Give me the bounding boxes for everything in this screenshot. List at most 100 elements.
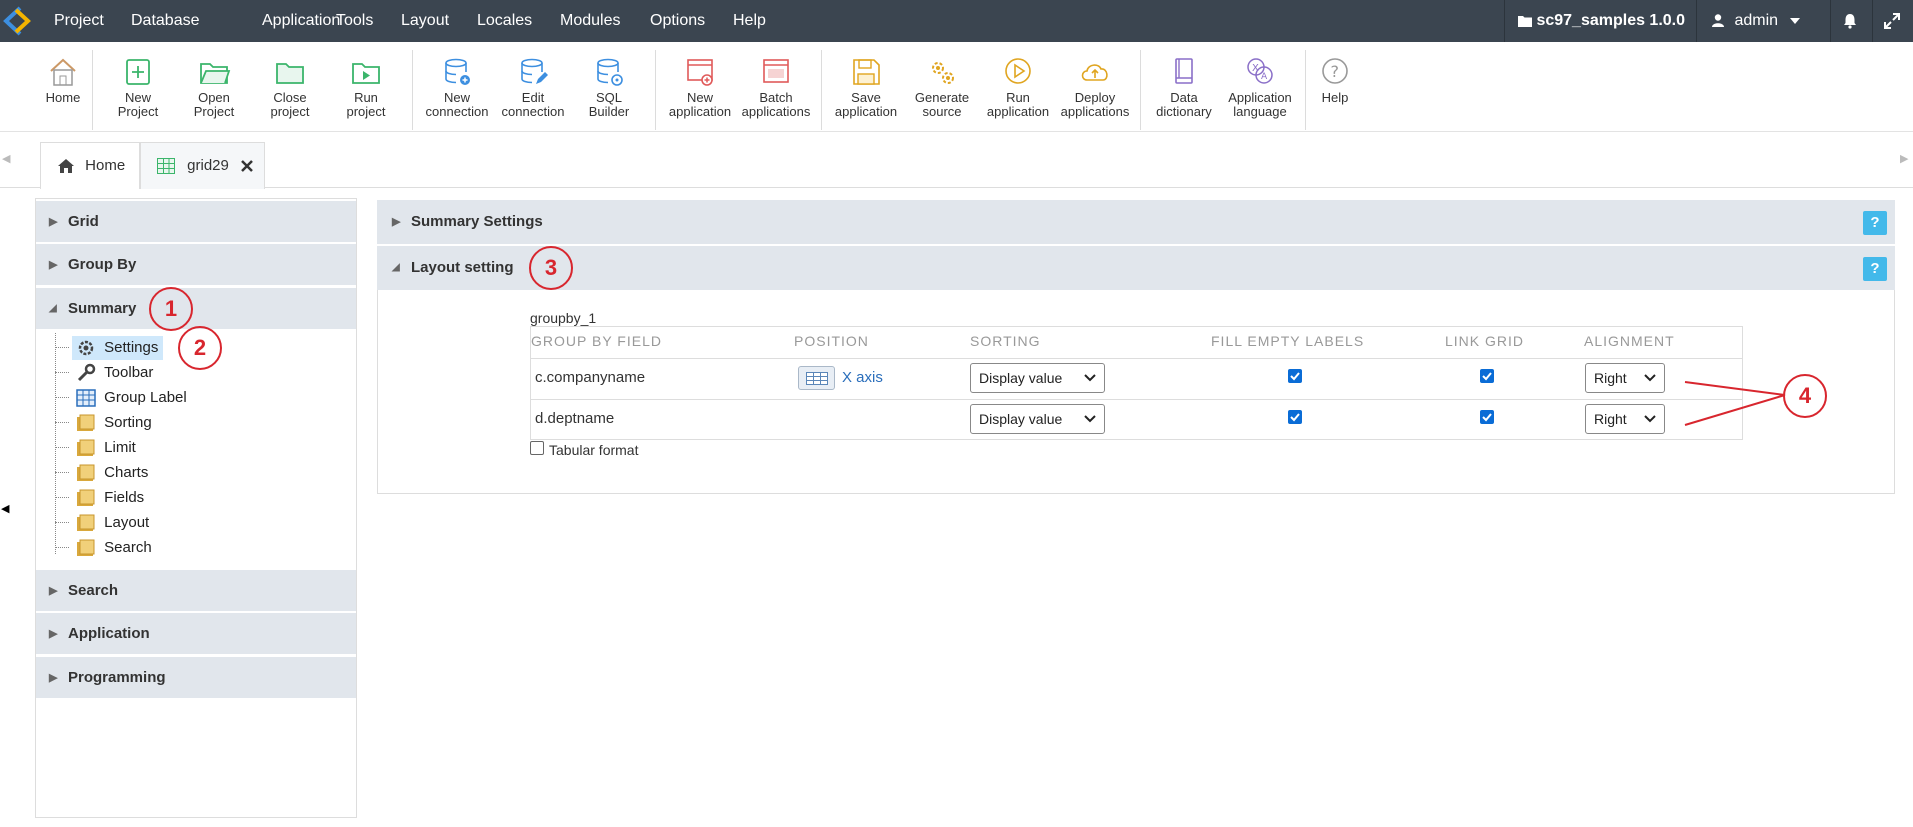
project-selector[interactable]: sc97_samples 1.0.0: [1518, 0, 1685, 42]
menu-locales[interactable]: Locales: [477, 0, 532, 42]
tab-bar: ◀ Home grid29 ▶: [0, 132, 1913, 189]
tree-item-search[interactable]: Search: [76, 536, 152, 560]
scroll-left-icon[interactable]: ◀: [2, 152, 10, 165]
help-label: Help: [1321, 90, 1349, 105]
new-application-label-2: application: [668, 104, 732, 119]
generate-source-label-2: source: [922, 104, 962, 119]
section-grid[interactable]: ▶ Grid: [36, 201, 356, 243]
batch-applications-label-2: applications: [741, 104, 811, 119]
user-menu[interactable]: admin: [1712, 0, 1801, 42]
row2-sorting-select[interactable]: Display value: [970, 404, 1105, 434]
new-project-button[interactable]: New Project: [100, 56, 176, 119]
menu-database[interactable]: Database: [131, 0, 200, 42]
open-project-button[interactable]: Open Project: [176, 56, 252, 119]
generate-source-button[interactable]: Generate source: [904, 56, 980, 119]
tree-item-sorting[interactable]: Sorting: [76, 411, 152, 435]
layout-setting-title: Layout setting: [411, 259, 514, 276]
row2-sorting-value: Display value: [979, 411, 1063, 427]
header-alignment: ALIGNMENT: [1584, 333, 1675, 349]
scroll-right-icon[interactable]: ▶: [1900, 152, 1908, 165]
new-connection-button[interactable]: New connection: [419, 56, 495, 119]
annotation-1: 1: [149, 287, 193, 331]
checkmark-icon: [1482, 372, 1492, 381]
menu-project[interactable]: Project: [54, 0, 104, 42]
home-icon: [50, 58, 76, 86]
menu-layout[interactable]: Layout: [401, 0, 449, 42]
menu-options[interactable]: Options: [650, 0, 705, 42]
tree-item-fields[interactable]: Fields: [76, 486, 144, 510]
tree-item-charts[interactable]: Charts: [76, 461, 148, 485]
row2-fill-empty-checkbox[interactable]: [1288, 410, 1302, 424]
application-language-label-2: language: [1233, 104, 1287, 119]
run-application-button[interactable]: Run application: [980, 56, 1056, 119]
save-application-button[interactable]: Save application: [828, 56, 904, 119]
home-button[interactable]: Home: [25, 56, 101, 105]
tree-connector: [55, 422, 69, 423]
project-name: sc97_samples 1.0.0: [1536, 12, 1686, 29]
row2-alignment-select[interactable]: Right: [1585, 404, 1665, 434]
caret-right-icon: ▶: [49, 216, 58, 228]
user-icon: [1712, 14, 1724, 28]
menu-application[interactable]: Application: [262, 0, 340, 42]
row1-sorting-select[interactable]: Display value: [970, 363, 1105, 393]
section-group-by[interactable]: ▶ Group By: [36, 244, 356, 286]
section-summary[interactable]: ◢ Summary: [36, 288, 356, 330]
annotation-arrows: [1684, 381, 1786, 426]
tree-item-toolbar[interactable]: Toolbar: [76, 361, 153, 385]
folder-icon: [77, 464, 95, 482]
menu-tools[interactable]: Tools: [336, 0, 373, 42]
tab-grid29[interactable]: grid29: [140, 142, 265, 189]
layout-setting-header[interactable]: ◢ Layout setting ?: [377, 246, 1895, 290]
section-programming[interactable]: ▶ Programming: [36, 657, 356, 699]
caret-down-icon: ◢: [392, 262, 400, 273]
tree-item-group-label[interactable]: Group Label: [76, 386, 187, 410]
notifications-button[interactable]: [1842, 0, 1858, 42]
new-application-button[interactable]: New application: [662, 56, 738, 119]
toolbar-divider: [1140, 50, 1141, 130]
edit-connection-button[interactable]: Edit connection: [495, 56, 571, 119]
gear-icon: [78, 340, 94, 356]
data-dictionary-button[interactable]: Data dictionary: [1146, 56, 1222, 119]
tree-item-limit[interactable]: Limit: [76, 436, 136, 460]
sql-builder-button[interactable]: SQL Builder: [571, 56, 647, 119]
run-project-button[interactable]: Run project: [328, 56, 404, 119]
menu-help[interactable]: Help: [733, 0, 766, 42]
row1-position[interactable]: X axis: [842, 369, 883, 386]
row2-link-grid-checkbox[interactable]: [1480, 410, 1494, 424]
checkmark-icon: [1290, 372, 1300, 381]
batch-applications-button[interactable]: Batch applications: [738, 56, 814, 119]
section-search[interactable]: ▶ Search: [36, 570, 356, 612]
new-project-label-2: Project: [117, 104, 159, 119]
menu-modules[interactable]: Modules: [560, 0, 620, 42]
tree-item-settings[interactable]: Settings: [72, 336, 163, 360]
section-application[interactable]: ▶ Application: [36, 613, 356, 655]
folder-icon: [77, 439, 95, 457]
close-project-button[interactable]: Close project: [252, 56, 328, 119]
help-button[interactable]: ?: [1863, 211, 1887, 235]
help-button[interactable]: ? Help: [1297, 56, 1373, 105]
row-divider: [531, 358, 1742, 359]
wrench-icon: [77, 363, 96, 382]
save-icon: [853, 59, 880, 85]
save-application-label-2: application: [834, 104, 898, 119]
tab-home[interactable]: Home: [40, 142, 140, 189]
fullscreen-button[interactable]: [1884, 0, 1900, 42]
row1-link-grid-checkbox[interactable]: [1480, 369, 1494, 383]
checkmark-icon: [1290, 413, 1300, 422]
position-button[interactable]: [798, 366, 835, 390]
collapse-left-panel-icon[interactable]: ◀: [1, 502, 9, 515]
menubar-divider: [1696, 0, 1697, 42]
application-language-button[interactable]: XA Application language: [1222, 56, 1298, 119]
header-group-by-field: GROUP BY FIELD: [531, 333, 662, 349]
row1-fill-empty-checkbox[interactable]: [1288, 369, 1302, 383]
summary-settings-header[interactable]: ▶ Summary Settings ?: [377, 200, 1895, 244]
tree-item-layout[interactable]: Layout: [76, 511, 149, 535]
new-connection-label-2: connection: [425, 104, 489, 119]
tabular-format-checkbox[interactable]: [530, 441, 544, 455]
help-button[interactable]: ?: [1863, 257, 1887, 281]
deploy-applications-button[interactable]: Deploy applications: [1057, 56, 1133, 119]
close-icon[interactable]: [241, 160, 253, 172]
row1-alignment-select[interactable]: Right: [1585, 363, 1665, 393]
app-logo-icon: [0, 0, 36, 42]
top-menubar: Project Database Application Tools Layou…: [0, 0, 1913, 42]
